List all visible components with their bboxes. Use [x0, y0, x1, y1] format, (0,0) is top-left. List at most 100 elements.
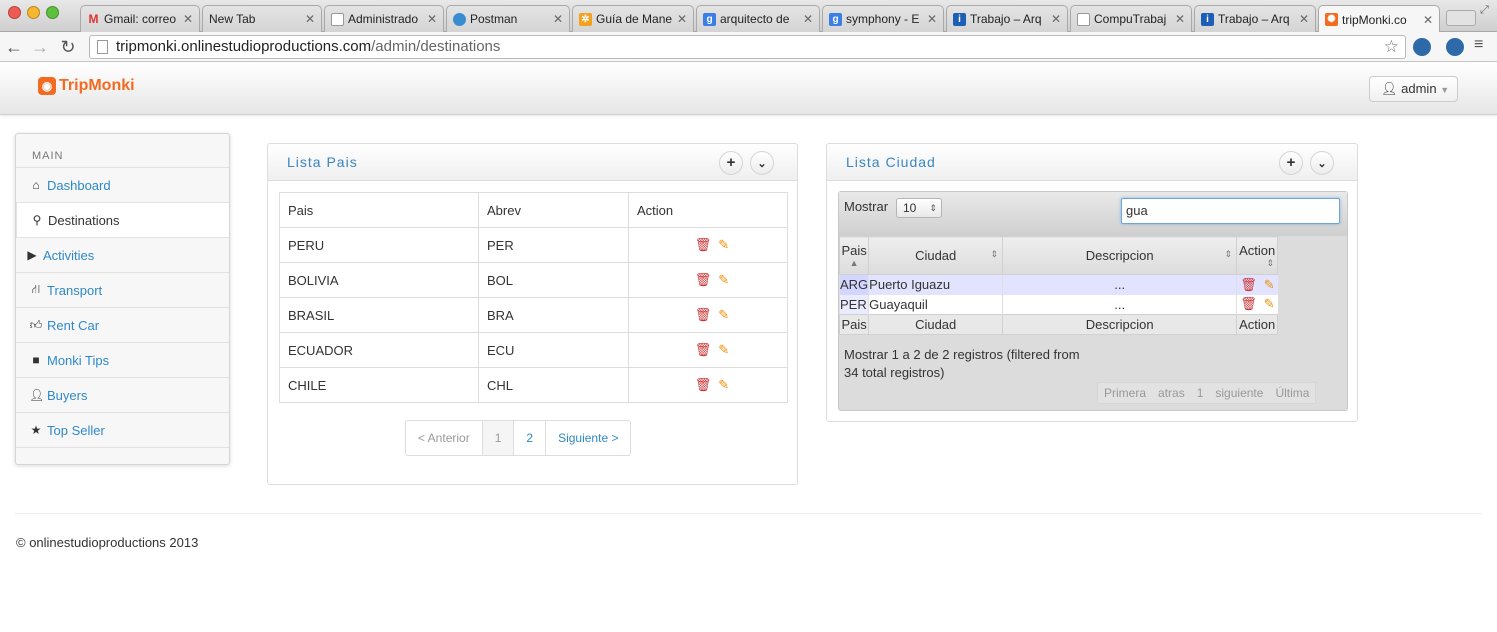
trash-icon[interactable]: 🗑︎: [695, 342, 712, 358]
trash-icon[interactable]: 🗑︎: [695, 307, 712, 323]
gmail-icon: M: [88, 11, 99, 26]
column-header-abrev: Abrev: [478, 192, 629, 228]
pager-page-button[interactable]: 2: [513, 421, 545, 455]
search-input[interactable]: gua: [1121, 198, 1340, 224]
trash-icon[interactable]: 🗑︎: [1240, 296, 1257, 312]
pager-last-button[interactable]: Última: [1269, 383, 1315, 403]
pencil-icon[interactable]: ✎: [1264, 277, 1275, 293]
add-button[interactable]: +: [719, 151, 743, 175]
browser-tab[interactable]: i Trabajo – Arq ✕: [1194, 5, 1316, 32]
close-tab-icon[interactable]: ✕: [553, 12, 563, 26]
menu-icon[interactable]: ≡: [1474, 36, 1483, 54]
sidebar-item-destinations[interactable]: ⚲ Destinations: [16, 202, 229, 237]
cell-abrev: CHL: [478, 367, 629, 403]
close-tab-icon[interactable]: ✕: [1175, 12, 1185, 26]
pager-prev-button[interactable]: atras: [1152, 383, 1191, 403]
panel-header: Lista Pais + ⌄: [268, 144, 797, 181]
user-label: admin: [1401, 81, 1437, 96]
cell-pais: PERU: [279, 227, 479, 263]
column-header-ciudad[interactable]: Ciudad ⇕: [868, 236, 1004, 275]
close-tab-icon[interactable]: ✕: [803, 12, 813, 26]
table-row: ARG Puerto Iguazu ... 🗑︎ ✎: [838, 274, 1278, 295]
url-path: /admin/destinations: [371, 38, 501, 55]
pager-first-button[interactable]: Primera: [1098, 383, 1152, 403]
close-tab-icon[interactable]: ✕: [427, 12, 437, 26]
forward-arrow-icon[interactable]: →: [30, 37, 50, 57]
pager-next-button[interactable]: Siguiente >: [545, 421, 630, 455]
close-window-button[interactable]: [8, 6, 21, 19]
column-header-pais[interactable]: Pais ▲: [838, 236, 870, 275]
trash-icon[interactable]: 🗑︎: [1240, 277, 1257, 293]
chevron-down-icon: ⌄: [1317, 158, 1327, 170]
browser-tab[interactable]: CompuTrabaj ✕: [1070, 5, 1192, 32]
sidebar-item-monki-tips[interactable]: ■ Monki Tips: [16, 342, 229, 377]
collapse-button[interactable]: ⌄: [1310, 151, 1334, 175]
address-bar[interactable]: tripmonki.onlinestudioproductions.com/ad…: [89, 35, 1406, 59]
star-bookmark-icon[interactable]: ☆: [1384, 36, 1399, 58]
minimize-window-button[interactable]: [27, 6, 40, 19]
browser-tab[interactable]: g arquitecto de ✕: [696, 5, 820, 32]
browser-tab[interactable]: Administrado ✕: [324, 5, 444, 32]
sidebar-item-top-seller[interactable]: ★ Top Seller: [16, 412, 229, 447]
close-tab-icon[interactable]: ✕: [1051, 12, 1061, 26]
cell-abrev: ECU: [478, 332, 629, 368]
column-header-action: Action: [628, 192, 788, 228]
extension-globe-icon[interactable]: [1413, 38, 1431, 56]
trash-icon[interactable]: 🗑︎: [695, 377, 712, 393]
show-entries-select[interactable]: 10 ⇕: [896, 198, 942, 218]
close-tab-icon[interactable]: ✕: [183, 12, 193, 26]
datatable-toolbar: Mostrar 10 ⇕ gua: [839, 192, 1347, 236]
map-marker-icon: ⚲: [32, 213, 42, 227]
cell-abrev: PER: [478, 227, 629, 263]
pencil-icon[interactable]: ✎: [718, 237, 729, 253]
cell-action: 🗑︎ ✎: [1236, 294, 1278, 315]
pencil-icon[interactable]: ✎: [718, 307, 729, 323]
google-icon: g: [703, 12, 716, 26]
trash-icon[interactable]: 🗑︎: [695, 272, 712, 288]
close-tab-icon[interactable]: ✕: [677, 12, 687, 26]
zoom-window-button[interactable]: [46, 6, 59, 19]
sidebar-item-activities[interactable]: ▶ Activities: [16, 237, 229, 272]
pencil-icon[interactable]: ✎: [1264, 296, 1275, 312]
fullscreen-icon[interactable]: ⤢: [1480, 4, 1489, 17]
cell-pais: CHILE: [279, 367, 479, 403]
reload-icon[interactable]: ↻: [58, 37, 78, 57]
close-tab-icon[interactable]: ✕: [305, 12, 315, 26]
new-tab-button[interactable]: [1446, 10, 1476, 26]
pencil-icon[interactable]: ✎: [718, 377, 729, 393]
monkey-logo-icon: ◉: [38, 77, 56, 95]
browser-tab[interactable]: New Tab ✕: [202, 5, 322, 32]
browser-tab[interactable]: M Gmail: correo ✕: [80, 5, 200, 32]
pais-pagination: < Anterior 1 2 Siguiente >: [405, 420, 632, 456]
sidebar-item-rent-car[interactable]: 👍︎ Rent Car: [16, 307, 229, 342]
lista-ciudad-panel: Lista Ciudad + ⌄ Mostrar 10 ⇕ gua Pais ▲ C…: [826, 143, 1358, 422]
pager-page-button[interactable]: 1: [481, 421, 514, 455]
browser-tab-active[interactable]: ✺ tripMonki.co ✕: [1318, 5, 1440, 33]
add-button[interactable]: +: [1279, 151, 1303, 175]
extension-globe-icon[interactable]: [1446, 38, 1464, 56]
close-tab-icon[interactable]: ✕: [1299, 12, 1309, 26]
sidebar-item-transport[interactable]: ⛙ Transport: [16, 272, 229, 307]
close-tab-icon[interactable]: ✕: [927, 12, 937, 26]
sidebar-item-buyers[interactable]: 👤︎ Buyers: [16, 377, 229, 412]
browser-tab[interactable]: ✲ Guía de Mane ✕: [572, 5, 694, 32]
browser-tab[interactable]: g symphony - E ✕: [822, 5, 944, 32]
table-row: PER Guayaquil ... 🗑︎ ✎: [838, 294, 1278, 315]
close-tab-icon[interactable]: ✕: [1423, 13, 1433, 27]
chevron-down-icon: ⌄: [757, 158, 767, 170]
trash-icon[interactable]: 🗑︎: [695, 237, 712, 253]
pager-next-button[interactable]: siguiente: [1209, 383, 1269, 403]
collapse-button[interactable]: ⌄: [750, 151, 774, 175]
pencil-icon[interactable]: ✎: [718, 342, 729, 358]
sidebar-item-dashboard[interactable]: ⌂ Dashboard: [16, 167, 229, 202]
column-header-action[interactable]: Action ⇕: [1236, 236, 1279, 275]
back-arrow-icon[interactable]: ←: [4, 37, 24, 57]
tripmonki-logo[interactable]: ◉ TripMonki: [38, 77, 135, 95]
browser-tab[interactable]: Postman ✕: [446, 5, 570, 32]
user-menu-button[interactable]: 👤︎ admin ▼: [1369, 76, 1458, 102]
pager-prev-button[interactable]: < Anterior: [406, 421, 482, 455]
browser-tab[interactable]: i Trabajo – Arq ✕: [946, 5, 1068, 32]
pencil-icon[interactable]: ✎: [718, 272, 729, 288]
column-header-descripcion[interactable]: Descripcion ⇕: [1002, 236, 1238, 275]
pager-page-button[interactable]: 1: [1191, 383, 1210, 403]
